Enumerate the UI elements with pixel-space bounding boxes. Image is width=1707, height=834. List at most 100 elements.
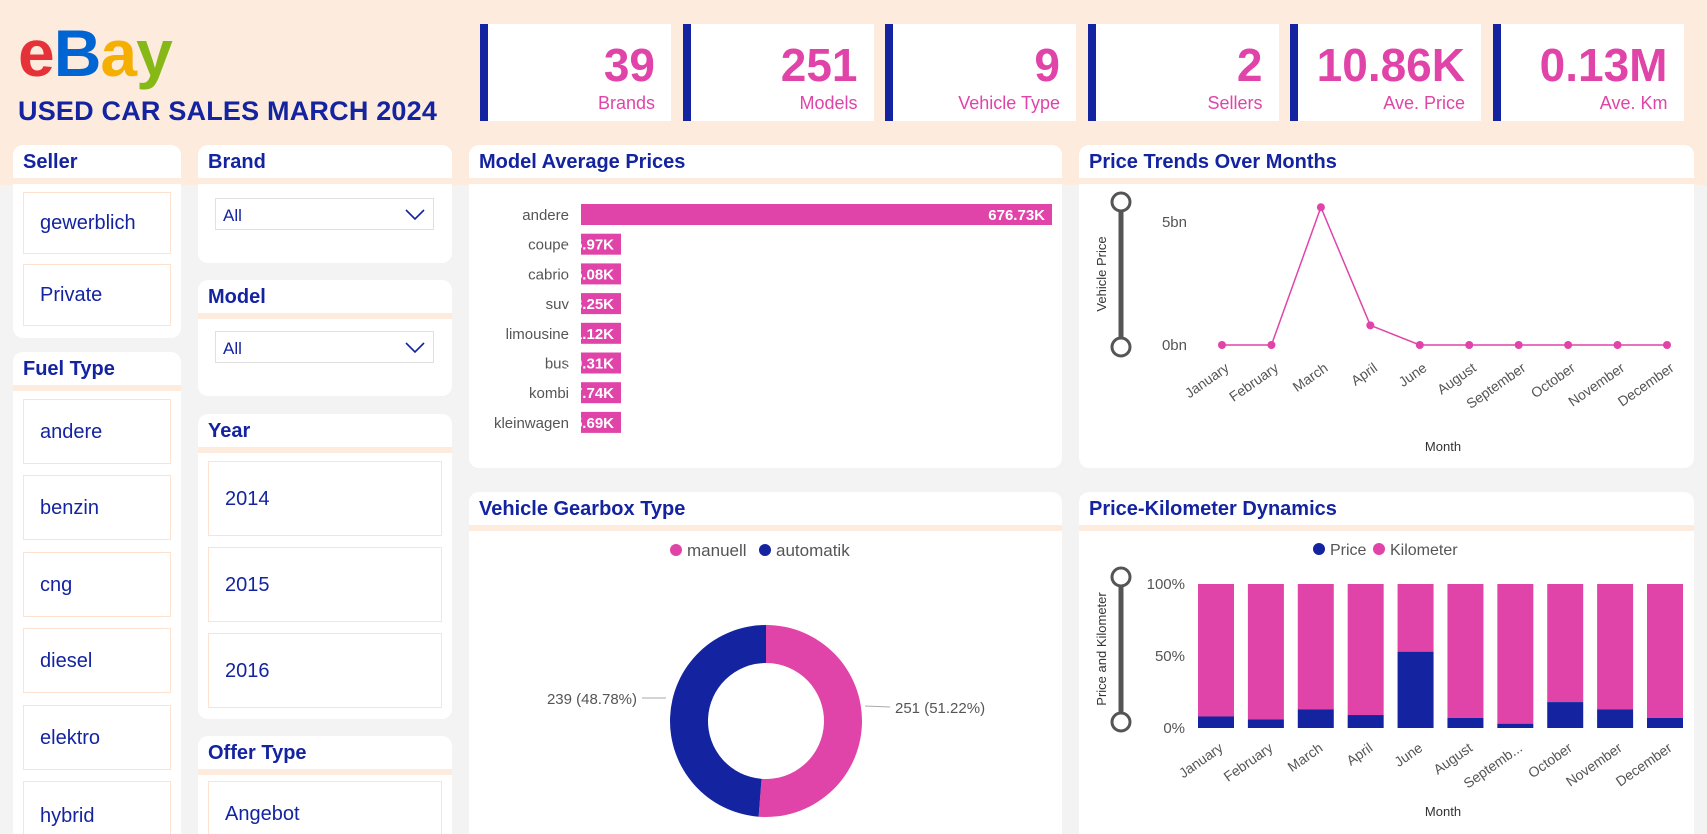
legend-label: automatik	[776, 541, 850, 560]
x-tick-label: February	[1226, 359, 1281, 404]
pie-slice	[758, 625, 863, 817]
year-option-2016[interactable]: 2016	[208, 633, 442, 708]
kpi-label: Ave. Km	[1599, 93, 1668, 113]
data-point	[1366, 321, 1375, 330]
data-point	[1267, 341, 1276, 349]
zoom-slider-handle	[1110, 711, 1132, 733]
kpi-card-sellers: 2 Sellers	[1087, 24, 1279, 121]
kpi-label: Brands	[597, 93, 655, 113]
fuel-option-diesel[interactable]: diesel	[23, 628, 171, 693]
bar-price	[1347, 715, 1384, 728]
data-label: 10.31K	[566, 356, 615, 373]
model-average-prices-card: Model Average Prices andere 676.73K coupe 2…	[469, 145, 1062, 468]
data-label: 15.08K	[566, 266, 615, 283]
year-slicer: Year 2014 2015 2016	[198, 414, 452, 719]
kpi-label: Vehicle Type	[958, 93, 1060, 113]
leader-line	[864, 705, 891, 708]
x-tick-label: June	[1391, 739, 1425, 770]
y-tick-label: 5bn	[1162, 214, 1187, 231]
year-slicer-title: Year	[208, 420, 251, 442]
kpi-value: 2	[1236, 39, 1263, 91]
zoom-slider-handle	[1110, 566, 1132, 588]
category-label: coupe	[528, 237, 569, 254]
data-point	[1218, 341, 1226, 349]
year-option-2014[interactable]: 2014	[208, 461, 442, 536]
series-line	[1222, 205, 1667, 346]
bar-price	[1397, 651, 1434, 728]
fuel-type-slicer-title: Fuel Type	[23, 358, 115, 380]
price-trends-card: Price Trends Over Months Vehicle Price 5b…	[1079, 145, 1694, 468]
data-label: 5.69K	[574, 415, 614, 432]
data-point	[1514, 341, 1523, 349]
chart-title: Vehicle Gearbox Type	[479, 498, 686, 520]
x-tick-label: January	[1176, 739, 1226, 781]
legend-marker	[1373, 543, 1385, 555]
bar	[581, 204, 1052, 225]
fuel-option-elektro[interactable]: elektro	[23, 705, 171, 770]
data-point	[1316, 203, 1325, 212]
offer-option-angebot[interactable]: Angebot	[208, 781, 442, 834]
x-tick-label: February	[1221, 739, 1276, 784]
kpi-value: 251	[780, 39, 858, 91]
bar-kilometer	[1297, 584, 1334, 710]
offer-type-slicer: Offer Type Angebot	[198, 736, 452, 834]
bar-price	[1497, 723, 1534, 728]
seller-slicer: Seller gewerblich Private	[13, 145, 181, 338]
kpi-label: Sellers	[1207, 93, 1263, 113]
legend-marker	[1313, 543, 1325, 555]
fuel-option-hybrid[interactable]: hybrid	[23, 781, 171, 834]
chart-title: Model Average Prices	[479, 151, 686, 173]
kpi-value: 0.13M	[1539, 39, 1668, 91]
y-axis-title: Vehicle Price	[1094, 236, 1109, 311]
fuel-option-andere[interactable]: andere	[23, 399, 171, 464]
y-tick-label: 0%	[1163, 720, 1185, 737]
bar-price	[1247, 719, 1284, 728]
category-label: limousine	[506, 326, 569, 343]
chevron-down-icon	[405, 209, 425, 221]
kpi-card-brands: 39 Brands	[480, 24, 671, 121]
data-label: 676.73K	[988, 207, 1045, 224]
x-tick-label: April	[1343, 739, 1375, 768]
model-dropdown[interactable]: All	[215, 331, 434, 363]
fuel-option-cng[interactable]: cng	[23, 552, 171, 617]
bar-price	[1597, 709, 1634, 728]
category-label: kombi	[529, 385, 569, 402]
kpi-card-vehicle-type: 9 Vehicle Type	[885, 24, 1076, 121]
bar-kilometer	[1447, 584, 1484, 718]
kpi-label: Ave. Price	[1383, 93, 1465, 113]
bar-price	[1297, 709, 1334, 728]
kpi-value: 10.86K	[1316, 39, 1465, 91]
kpi-value: 39	[603, 39, 655, 91]
category-label: cabrio	[528, 266, 569, 283]
legend-label: Kilometer	[1390, 542, 1458, 559]
data-label: 7.74K	[574, 385, 614, 402]
model-slicer-title: Model	[208, 286, 266, 308]
model-slicer: Model All	[198, 280, 452, 396]
year-option-2015[interactable]: 2015	[208, 547, 442, 622]
logo-letter: a	[100, 16, 137, 90]
chevron-down-icon	[405, 342, 425, 354]
brand-dropdown[interactable]: All	[215, 198, 434, 230]
kpi-label: Models	[799, 93, 858, 113]
chart-title: Price-Kilometer Dynamics	[1089, 498, 1337, 520]
bar-kilometer	[1497, 584, 1534, 724]
brand-slicer: Brand All	[198, 145, 452, 263]
brand-slicer-title: Brand	[208, 151, 266, 173]
x-tick-label: March	[1290, 359, 1331, 394]
legend-marker	[670, 544, 682, 556]
page-title: USED CAR SALES MARCH 2024	[18, 96, 438, 126]
fuel-option-benzin[interactable]: benzin	[23, 475, 171, 540]
price-trends-chart: Vehicle Price 5bn 0bn JanuaryFebruary March A…	[1094, 191, 1677, 454]
legend-label: Price	[1330, 542, 1367, 559]
bar-price	[1447, 717, 1484, 728]
bar-kilometer	[1547, 584, 1584, 703]
category-label: andere	[522, 207, 569, 224]
kpi-card-models: 251 Models	[682, 24, 874, 121]
bar-kilometer	[1597, 584, 1634, 710]
gearbox-type-chart: manuell automatik 251 (51.22%) 239 (48.78%)	[547, 541, 985, 817]
y-tick-label: 100%	[1147, 576, 1185, 593]
data-point	[1415, 341, 1424, 349]
seller-option-gewerblich[interactable]: gewerblich	[23, 192, 171, 254]
chart-title: Price Trends Over Months	[1089, 151, 1337, 173]
seller-option-private[interactable]: Private	[23, 264, 171, 326]
